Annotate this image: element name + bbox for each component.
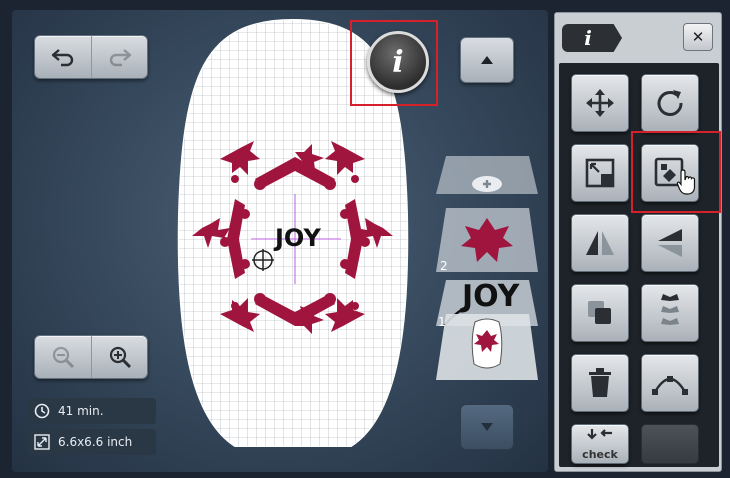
hand-pointer-icon: [676, 169, 696, 195]
move-arrows-icon: [586, 89, 614, 117]
zoom-group: [34, 335, 148, 379]
bezier-curve-icon: [652, 376, 688, 395]
duplicate-button[interactable]: [571, 284, 629, 342]
design-size-value: 6.6x6.6 inch: [58, 435, 133, 449]
mirror-vertical-button[interactable]: [641, 214, 699, 272]
check-label: check: [582, 448, 618, 461]
mirror-vertical-icon: [658, 229, 682, 257]
undo-icon: [51, 49, 74, 67]
close-button[interactable]: ✕: [683, 23, 713, 51]
zoom-out-icon: [52, 346, 75, 369]
resize-icon: [585, 158, 615, 188]
design-size-row: 6.6x6.6 inch: [28, 429, 156, 455]
check-arrows-icon: [587, 429, 612, 440]
layer-scroll-up-button[interactable]: [460, 37, 514, 83]
hoop-layer[interactable]: [436, 314, 538, 380]
layer-1-joy-thumb: JOY: [460, 279, 521, 314]
endless-embroidery-button[interactable]: [641, 284, 699, 342]
layer-stack: 2 JOY 1: [430, 150, 545, 385]
mirror-horizontal-button[interactable]: [571, 214, 629, 272]
zoom-out-button[interactable]: [35, 336, 91, 378]
move-button[interactable]: [571, 74, 629, 132]
layer-scroll-down-button[interactable]: [460, 404, 514, 450]
butterflies-icon: [661, 294, 679, 325]
trash-icon: [589, 368, 611, 397]
clock-icon: [34, 403, 50, 419]
resize-diagonal-icon: [34, 434, 50, 450]
triangle-up-icon: [481, 56, 493, 64]
tool-grid: check: [559, 63, 719, 467]
layer-2-number: 2: [440, 259, 448, 273]
redo-button[interactable]: [91, 36, 147, 78]
add-layer-button[interactable]: [436, 156, 538, 194]
undo-redo-group: [34, 35, 148, 79]
info-tab[interactable]: i: [562, 24, 622, 52]
disabled-tool-button: [641, 424, 699, 464]
redo-icon: [109, 49, 131, 67]
joy-text[interactable]: JOY: [273, 224, 321, 252]
resize-button[interactable]: [571, 144, 629, 202]
rotate-icon: [657, 90, 683, 116]
info-highlight-box: [350, 20, 438, 106]
duplicate-icon: [588, 301, 611, 324]
triangle-down-icon: [481, 423, 493, 431]
stitch-time-row: 41 min.: [28, 398, 156, 424]
zoom-in-icon: [109, 346, 131, 369]
check-button[interactable]: check: [571, 424, 629, 464]
edit-panel: i ✕ check: [554, 12, 722, 472]
stitch-time-value: 41 min.: [58, 404, 104, 418]
layer-2[interactable]: 2: [436, 208, 538, 273]
undo-button[interactable]: [35, 36, 91, 78]
rotate-button[interactable]: [641, 74, 699, 132]
zoom-in-button[interactable]: [91, 336, 147, 378]
mirror-horizontal-icon: [586, 231, 614, 255]
delete-button[interactable]: [571, 354, 629, 412]
curve-edit-button[interactable]: [641, 354, 699, 412]
